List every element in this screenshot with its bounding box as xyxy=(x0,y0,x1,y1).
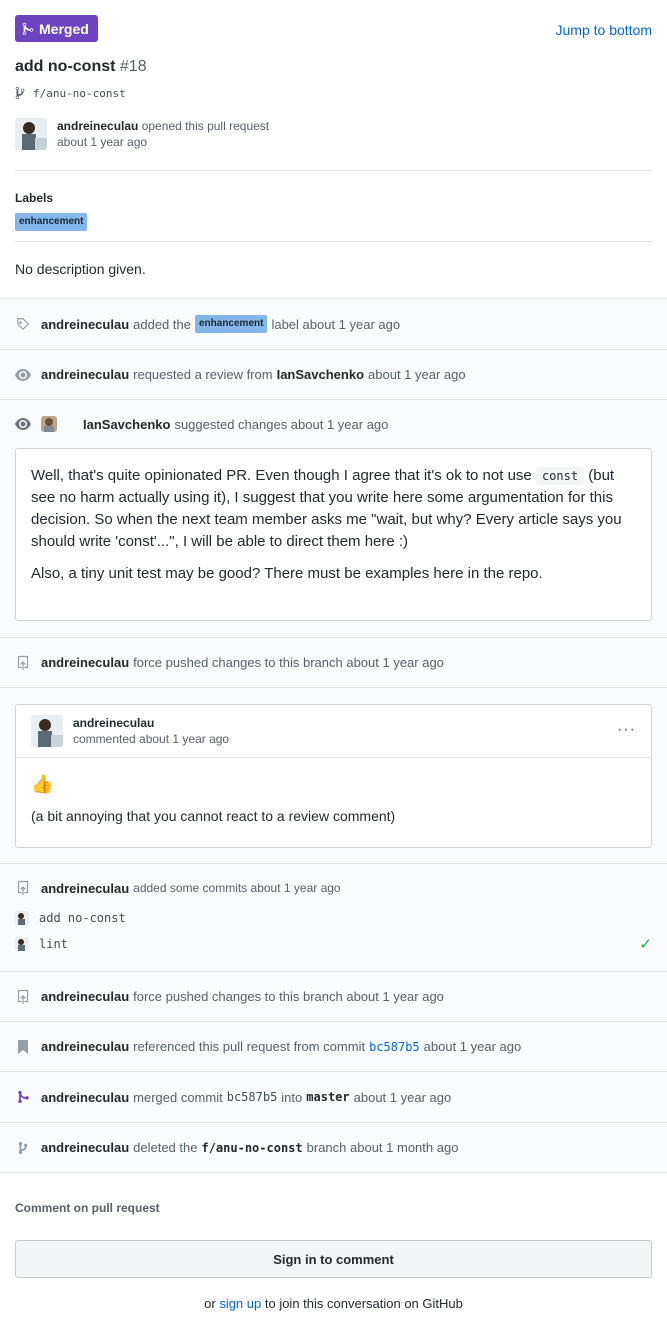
comment-footer: Comment on pull request Sign in to comme… xyxy=(0,1173,667,1311)
pr-title: add no-const xyxy=(15,58,116,75)
event-text: merged commit xyxy=(133,1089,223,1105)
opener-action: opened this pull request xyxy=(141,119,270,133)
event-actor[interactable]: andreineculau xyxy=(41,317,129,332)
review-text: Well, that's quite opinionated PR. Even … xyxy=(31,467,532,484)
event-text: added the xyxy=(133,316,191,332)
eye-icon xyxy=(15,416,31,432)
merged-state-label: Merged xyxy=(39,20,89,37)
event-text: added some commits about 1 year ago xyxy=(133,881,341,895)
event-text: into xyxy=(281,1089,303,1105)
git-branch-icon xyxy=(15,1140,31,1156)
comment-author[interactable]: andreineculau xyxy=(73,716,154,730)
comment-body: 👍 (a bit annoying that you cannot react … xyxy=(16,758,651,842)
label-enhancement[interactable]: enhancement xyxy=(194,315,268,333)
labels-heading: Labels xyxy=(15,191,54,205)
reviewer-username[interactable]: IanSavchenko xyxy=(277,367,364,382)
avatar[interactable] xyxy=(31,715,63,747)
tag-icon xyxy=(15,316,31,332)
event-text: requested a review from xyxy=(133,367,273,382)
event-actor[interactable]: andreineculau xyxy=(41,1140,129,1155)
repo-push-icon xyxy=(15,989,31,1005)
inline-code: const xyxy=(535,467,585,485)
more-options-icon[interactable]: ··· xyxy=(617,721,636,739)
event-actor[interactable]: andreineculau xyxy=(41,881,129,896)
base-branch[interactable]: master xyxy=(306,1090,349,1104)
timeline-comment: andreineculau commented about 1 year ago… xyxy=(0,688,667,864)
pr-opener: andreineculau opened this pull request a… xyxy=(15,118,652,150)
commit-item[interactable]: lint ✓ xyxy=(0,931,667,957)
timeline-force-push: andreineculau force pushed changes to th… xyxy=(0,972,667,1022)
event-text: suggested changes about 1 year ago xyxy=(174,416,389,432)
event-actor[interactable]: andreineculau xyxy=(41,989,129,1004)
comment-text: (a bit annoying that you cannot react to… xyxy=(31,808,396,824)
event-text: force pushed changes to this branch abou… xyxy=(133,989,444,1004)
review-body: Well, that's quite opinionated PR. Even … xyxy=(16,449,651,601)
comment-card: andreineculau commented about 1 year ago… xyxy=(15,704,652,848)
repo-push-icon xyxy=(15,655,31,671)
comment-header: andreineculau commented about 1 year ago… xyxy=(16,705,651,758)
timeline-merged: andreineculau merged commit bc587b5 into… xyxy=(0,1072,667,1123)
avatar[interactable] xyxy=(15,118,47,150)
event-time: about 1 year ago xyxy=(368,367,466,382)
opener-username[interactable]: andreineculau xyxy=(57,119,138,133)
head-branch-name[interactable]: f/anu-no-const xyxy=(33,87,126,100)
page-title: add no-const #18 xyxy=(15,58,652,76)
comment-heading: Comment on pull request xyxy=(15,1201,160,1215)
avatar xyxy=(15,911,29,925)
jump-to-bottom-link[interactable]: Jump to bottom xyxy=(556,22,653,38)
avatar[interactable] xyxy=(41,416,57,432)
timeline-branch-deleted: andreineculau deleted the f/anu-no-const… xyxy=(0,1123,667,1173)
git-merge-icon xyxy=(22,22,34,35)
event-time: branch about 1 month ago xyxy=(306,1140,459,1155)
event-actor[interactable]: andreineculau xyxy=(41,367,129,382)
bookmark-icon xyxy=(15,1039,31,1055)
join-prefix: or xyxy=(204,1296,216,1311)
pr-header: Merged Jump to bottom add no-const #18 f… xyxy=(0,0,667,170)
timeline-labeled: andreineculau added the enhancement labe… xyxy=(0,299,667,350)
avatar xyxy=(15,937,29,951)
opened-time: about 1 year ago xyxy=(57,135,148,149)
event-text: referenced this pull request from commit xyxy=(133,1039,366,1054)
event-actor[interactable]: andreineculau xyxy=(41,1090,129,1105)
repo-push-icon xyxy=(15,880,31,896)
pr-number: #18 xyxy=(119,58,147,75)
sign-up-link[interactable]: sign up xyxy=(219,1296,261,1311)
commit-sha-link[interactable]: bc587b5 xyxy=(369,1040,420,1054)
commit-message[interactable]: lint xyxy=(39,937,68,951)
review-text: Also, a tiny unit test may be good? Ther… xyxy=(31,565,543,582)
eye-icon xyxy=(15,367,31,383)
join-suffix: to join this conversation on GitHub xyxy=(264,1296,463,1311)
event-actor[interactable]: andreineculau xyxy=(41,1039,129,1054)
timeline-referenced: andreineculau referenced this pull reque… xyxy=(0,1022,667,1072)
head-branch: f/anu-no-const xyxy=(15,86,652,100)
event-text: force pushed changes to this branch abou… xyxy=(133,655,444,670)
merged-state-badge: Merged xyxy=(15,15,98,42)
labels-section: Labels enhancement xyxy=(0,171,667,241)
sign-in-button[interactable]: Sign in to comment xyxy=(15,1240,652,1278)
timeline-force-push: andreineculau force pushed changes to th… xyxy=(0,638,667,688)
pr-description: No description given. xyxy=(0,242,667,299)
comment-time: commented about 1 year ago xyxy=(73,732,230,746)
commit-message[interactable]: add no-const xyxy=(39,911,126,925)
event-time: label about 1 year ago xyxy=(271,316,401,332)
join-text: or sign up to join this conversation on … xyxy=(15,1296,652,1311)
review-card: Well, that's quite opinionated PR. Even … xyxy=(15,448,652,621)
check-icon[interactable]: ✓ xyxy=(639,935,652,953)
timeline-commits: andreineculau added some commits about 1… xyxy=(0,864,667,972)
git-branch-icon xyxy=(15,86,25,100)
review-actor[interactable]: IanSavchenko xyxy=(83,417,170,432)
event-time: about 1 year ago xyxy=(353,1089,452,1105)
timeline-review-requested: andreineculau requested a review from Ia… xyxy=(0,350,667,400)
timeline-review: IanSavchenko suggested changes about 1 y… xyxy=(0,400,667,638)
commit-item[interactable]: add no-const xyxy=(0,905,667,931)
event-time: about 1 year ago xyxy=(423,1039,522,1054)
deleted-branch: f/anu-no-const xyxy=(201,1140,303,1155)
commit-sha[interactable]: bc587b5 xyxy=(227,1090,278,1104)
event-text: deleted the xyxy=(133,1140,198,1155)
thumbs-up-emoji: 👍 xyxy=(31,774,54,794)
event-actor[interactable]: andreineculau xyxy=(41,655,129,670)
git-merge-icon xyxy=(15,1089,31,1105)
label-enhancement[interactable]: enhancement xyxy=(15,213,88,231)
